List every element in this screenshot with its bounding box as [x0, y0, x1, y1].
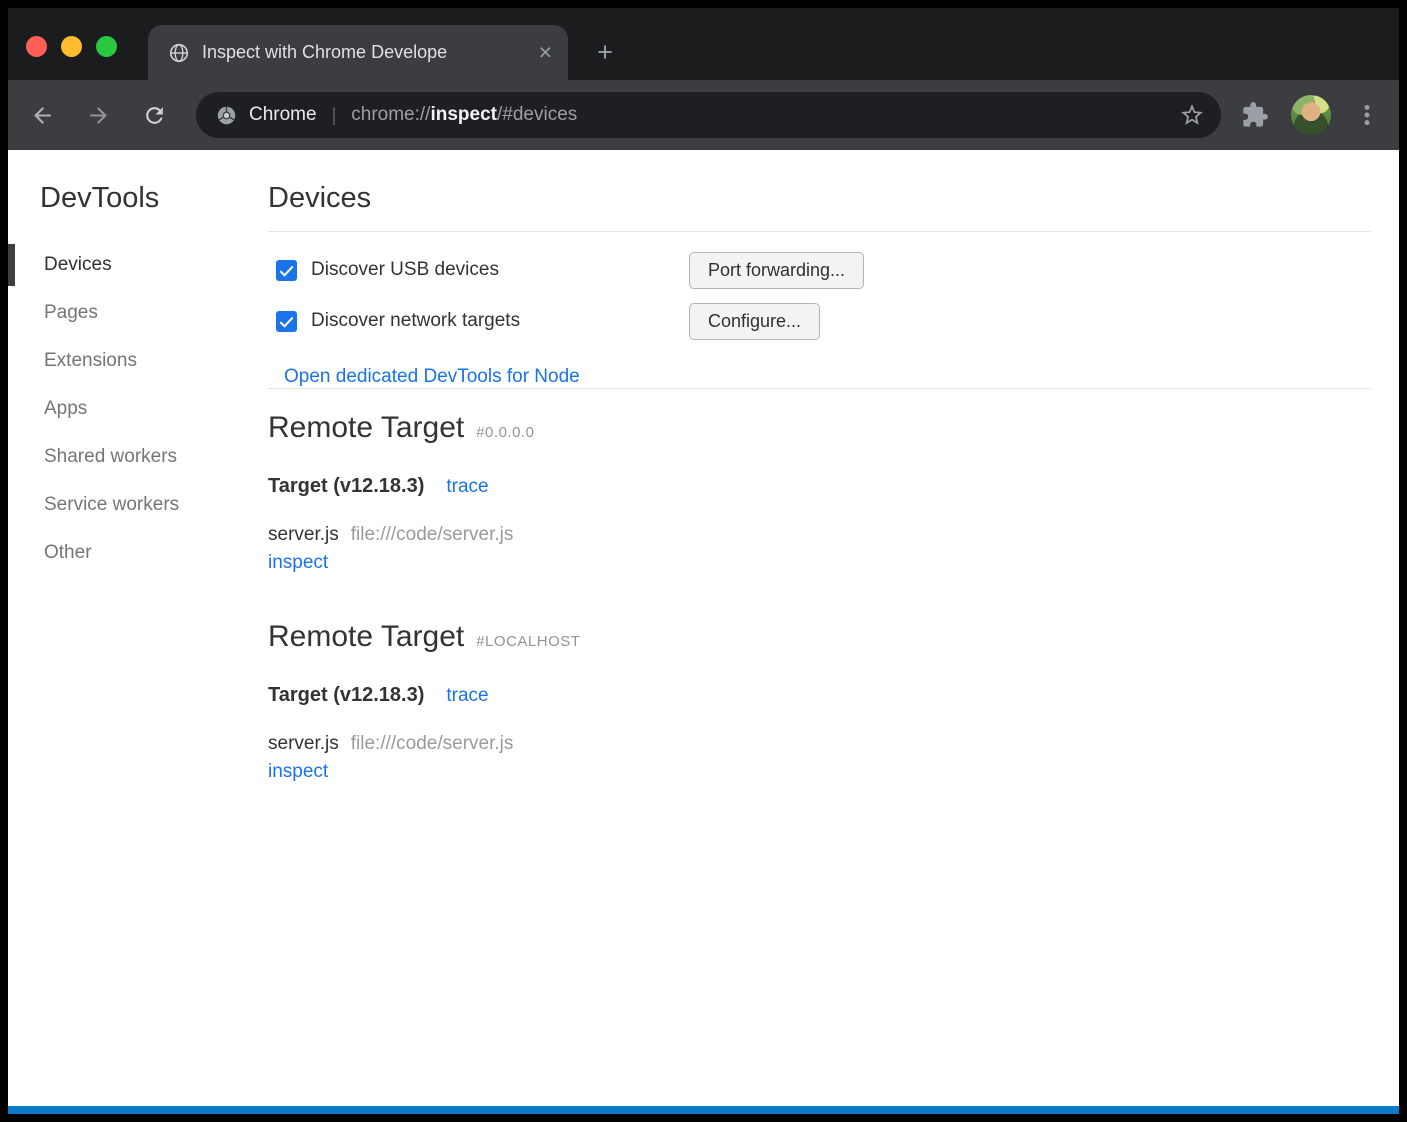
url-text: chrome://inspect/#devices	[351, 104, 1167, 126]
divider	[268, 388, 1371, 389]
target-name-row: Target (v12.18.3) trace	[268, 684, 1371, 707]
network-discovery-row: Discover network targets Configure...	[276, 301, 1371, 341]
browser-window: Inspect with Chrome Develope × +	[8, 8, 1399, 1114]
script-name: server.js	[268, 524, 339, 546]
sidebar-item-label: Apps	[44, 398, 87, 419]
trace-link[interactable]: trace	[446, 685, 488, 707]
script-path: file:///code/server.js	[351, 733, 514, 755]
bookmark-star-icon[interactable]	[1179, 102, 1205, 128]
window-titlebar: Inspect with Chrome Develope × +	[8, 8, 1399, 80]
open-node-devtools-link[interactable]: Open dedicated DevTools for Node	[284, 366, 580, 388]
discover-network-label: Discover network targets	[311, 310, 520, 332]
devices-panel: Devices Discover USB devices Port forwar…	[268, 150, 1399, 1114]
window-minimize-button[interactable]	[61, 36, 82, 57]
divider	[268, 231, 1371, 232]
script-path: file:///code/server.js	[351, 524, 514, 546]
page-title: Devices	[268, 182, 1371, 215]
sidebar-item-extensions[interactable]: Extensions	[8, 337, 268, 385]
forward-button[interactable]	[78, 95, 118, 135]
omnibox-divider: |	[332, 105, 337, 126]
url-suffix: /#devices	[497, 104, 577, 125]
script-name: server.js	[268, 733, 339, 755]
traffic-lights	[26, 36, 117, 57]
discover-usb-checkbox[interactable]	[276, 260, 297, 281]
sidebar-item-label: Pages	[44, 302, 98, 323]
sidebar-item-apps[interactable]: Apps	[8, 385, 268, 433]
remote-target-heading: Remote Target	[268, 411, 464, 444]
discover-network-checkbox[interactable]	[276, 311, 297, 332]
globe-favicon-icon	[168, 42, 190, 64]
profile-avatar[interactable]	[1291, 95, 1331, 135]
usb-discovery-row: Discover USB devices Port forwarding...	[276, 250, 1371, 290]
site-label: Chrome	[249, 104, 317, 126]
script-row: server.js file:///code/server.js	[268, 524, 1371, 546]
remote-target-heading: Remote Target	[268, 620, 464, 653]
window-close-button[interactable]	[26, 36, 47, 57]
toolbar-right-icons	[1241, 95, 1381, 135]
sidebar-item-label: Other	[44, 542, 92, 563]
sidebar-item-devices[interactable]: Devices	[8, 241, 268, 289]
sidebar-item-label: Shared workers	[44, 446, 177, 467]
new-tab-button[interactable]: +	[590, 38, 620, 68]
remote-target-heading-row: Remote Target #LOCALHOST	[268, 620, 1371, 654]
background-window-edge	[8, 1106, 1399, 1114]
sidebar-item-shared-workers[interactable]: Shared workers	[8, 433, 268, 481]
inspect-link[interactable]: inspect	[268, 761, 328, 783]
sidebar-title: DevTools	[40, 182, 268, 215]
url-emphasis: inspect	[430, 104, 497, 125]
sidebar-item-label: Service workers	[44, 494, 179, 515]
screenshot-frame: Inspect with Chrome Develope × +	[0, 0, 1407, 1122]
sidebar-item-service-workers[interactable]: Service workers	[8, 481, 268, 529]
page-content: DevTools Devices Pages Extensions Apps S…	[8, 150, 1399, 1114]
devtools-sidebar: DevTools Devices Pages Extensions Apps S…	[8, 150, 268, 1114]
usb-checkbox-group: Discover USB devices	[276, 259, 689, 281]
inspect-link[interactable]: inspect	[268, 552, 328, 574]
sidebar-item-label: Extensions	[44, 350, 137, 371]
tab-close-icon[interactable]: ×	[539, 41, 552, 64]
url-prefix: chrome://	[351, 104, 430, 125]
chrome-logo-icon	[216, 105, 237, 126]
address-bar[interactable]: Chrome | chrome://inspect/#devices	[196, 92, 1221, 138]
sidebar-item-label: Devices	[44, 254, 112, 275]
network-checkbox-group: Discover network targets	[276, 310, 689, 332]
reload-button[interactable]	[134, 95, 174, 135]
window-zoom-button[interactable]	[96, 36, 117, 57]
sidebar-item-pages[interactable]: Pages	[8, 289, 268, 337]
target-version: Target (v12.18.3)	[268, 684, 424, 707]
discovery-controls: Discover USB devices Port forwarding... …	[268, 250, 1371, 388]
menu-kebab-icon[interactable]	[1353, 101, 1381, 129]
discover-usb-label: Discover USB devices	[311, 259, 499, 281]
browser-toolbar: Chrome | chrome://inspect/#devices	[8, 80, 1399, 150]
back-button[interactable]	[22, 95, 62, 135]
port-forwarding-button[interactable]: Port forwarding...	[689, 252, 864, 289]
sidebar-item-other[interactable]: Other	[8, 529, 268, 577]
remote-target-section: Remote Target #LOCALHOST Target (v12.18.3…	[268, 620, 1371, 783]
target-version: Target (v12.18.3)	[268, 475, 424, 498]
configure-button[interactable]: Configure...	[689, 303, 820, 340]
script-row: server.js file:///code/server.js	[268, 733, 1371, 755]
remote-target-section: Remote Target #0.0.0.0 Target (v12.18.3) …	[268, 411, 1371, 574]
remote-target-heading-row: Remote Target #0.0.0.0	[268, 411, 1371, 445]
browser-tab[interactable]: Inspect with Chrome Develope ×	[148, 25, 568, 80]
target-name-row: Target (v12.18.3) trace	[268, 475, 1371, 498]
extensions-puzzle-icon[interactable]	[1241, 101, 1269, 129]
remote-target-address: #0.0.0.0	[476, 424, 534, 441]
tab-title: Inspect with Chrome Develope	[202, 42, 529, 63]
remote-target-address: #LOCALHOST	[476, 633, 580, 650]
trace-link[interactable]: trace	[446, 476, 488, 498]
